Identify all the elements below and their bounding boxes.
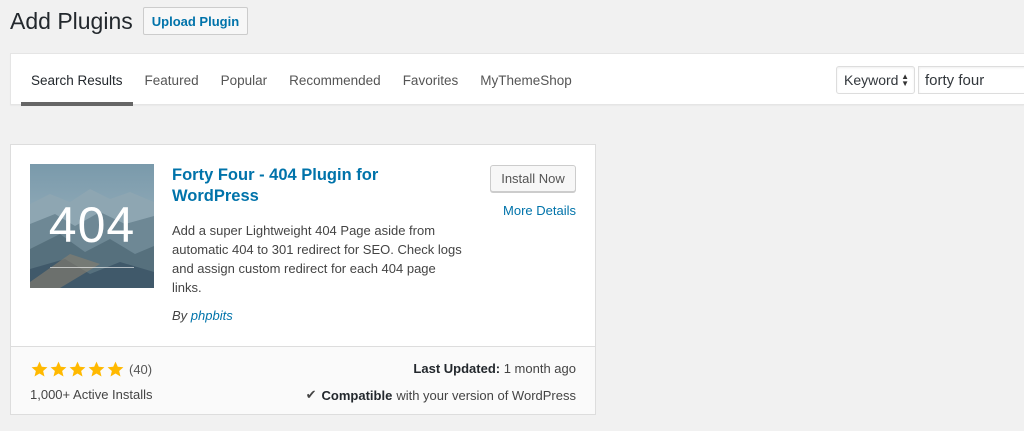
star-icon: [88, 361, 105, 377]
tab-mythemeshop[interactable]: MyThemeShop: [470, 54, 582, 106]
thumbnail-divider: [50, 267, 134, 268]
search-type-value: Keyword: [844, 72, 899, 88]
plugin-card: 404 Forty Four - 404 Plugin for WordPres…: [10, 144, 596, 415]
active-installs: 1,000+ Active Installs: [30, 387, 153, 402]
author-link[interactable]: phpbits: [191, 308, 233, 323]
thumbnail-text: 404: [48, 197, 136, 253]
last-updated-value: 1 month ago: [503, 361, 576, 376]
rating: (40): [30, 360, 152, 379]
search-area: Keyword ▲ ▼: [836, 66, 1024, 94]
checkmark-icon: ✔: [305, 387, 317, 402]
compatible-text: with your version of WordPress: [396, 387, 576, 403]
plugin-description: Add a super Lightweight 404 Page aside f…: [172, 223, 462, 295]
author-prefix: By: [172, 308, 188, 323]
star-icon: [31, 361, 48, 377]
plugin-card-top: 404 Forty Four - 404 Plugin for WordPres…: [11, 145, 595, 346]
plugin-card-bottom: (40) 1,000+ Active Installs Last Updated…: [11, 346, 595, 414]
search-input[interactable]: [918, 66, 1024, 94]
plugin-name-link[interactable]: Forty Four - 404 Plugin for WordPress: [172, 165, 422, 207]
plugin-author: By phpbits: [172, 308, 233, 323]
plugin-thumbnail[interactable]: 404: [30, 164, 154, 288]
more-details-link[interactable]: More Details: [502, 203, 576, 218]
tab-search-results[interactable]: Search Results: [21, 54, 133, 106]
page-header: Add Plugins Upload Plugin: [10, 4, 249, 38]
star-icon: [107, 361, 124, 377]
plugin-tabs: Search Results Featured Popular Recommen…: [21, 54, 584, 106]
last-updated-label: Last Updated:: [413, 361, 501, 376]
upload-plugin-button[interactable]: Upload Plugin: [142, 7, 249, 35]
tab-favorites[interactable]: Favorites: [393, 54, 469, 106]
install-now-button[interactable]: Install Now: [490, 165, 576, 192]
compatibility: ✔ Compatible with your version of WordPr…: [306, 387, 576, 403]
filter-bar: Search Results Featured Popular Recommen…: [10, 53, 1024, 106]
compatible-label: Compatible: [321, 387, 393, 403]
page-title: Add Plugins: [10, 7, 133, 34]
select-arrows-icon: ▲ ▼: [901, 72, 909, 88]
tab-popular[interactable]: Popular: [211, 54, 278, 106]
last-updated: Last Updated: 1 month ago: [413, 361, 576, 376]
rating-count[interactable]: (40): [129, 362, 152, 377]
search-type-select[interactable]: Keyword ▲ ▼: [836, 66, 915, 94]
tab-featured[interactable]: Featured: [135, 54, 209, 106]
star-icon: [50, 361, 67, 377]
star-icon: [69, 361, 86, 377]
tab-recommended[interactable]: Recommended: [279, 54, 391, 106]
